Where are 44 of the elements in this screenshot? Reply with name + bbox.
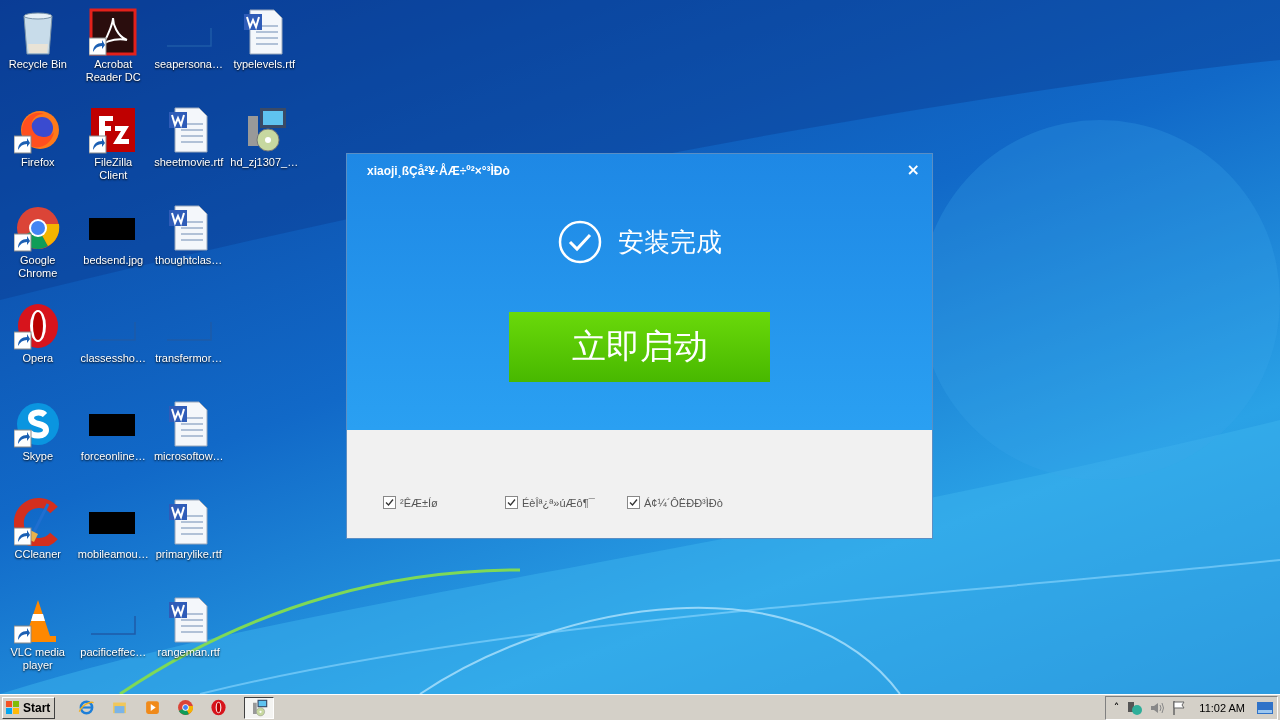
icon-label[interactable]: Recycle Bin — [8, 58, 67, 71]
icon-label[interactable]: Google Chrome — [7, 254, 68, 280]
start-button[interactable]: Start — [2, 696, 56, 719]
window-title: xiaoji¸ßÇå²¥·ÅÆ÷º²×°³ÌÐò — [367, 162, 510, 178]
network-icon[interactable] — [1127, 699, 1144, 716]
app-icon[interactable] — [89, 106, 138, 154]
icon-label[interactable]: CCleaner — [14, 548, 61, 561]
icon-label[interactable]: typelevels.rtf — [233, 58, 296, 71]
icon-label[interactable]: classessho… — [80, 352, 146, 365]
app-icon[interactable] — [13, 204, 62, 252]
status-text: 安装完成 — [617, 225, 722, 259]
icon-label[interactable]: primarylike.rtf — [155, 548, 222, 561]
checkbox[interactable] — [383, 496, 396, 509]
icon-label[interactable]: forceonline… — [80, 450, 146, 463]
windows-logo-icon — [5, 699, 21, 716]
icon-label[interactable]: bedsend.jpg — [83, 254, 144, 267]
icon-label[interactable]: mobileamou… — [77, 548, 149, 561]
icon-label[interactable]: Firefox — [20, 156, 55, 169]
clock[interactable]: 11:02 AM — [1199, 701, 1245, 714]
icon-label[interactable]: sheetmovie.rtf — [154, 156, 224, 169]
show-desktop-icon[interactable] — [1257, 699, 1273, 716]
option-label[interactable]: ²ÊÆ±Íø — [400, 496, 438, 509]
icon-label[interactable]: FileZilla Client — [83, 156, 144, 182]
show-hidden-icons-button[interactable]: ˄ — [1111, 701, 1122, 714]
close-button[interactable]: × — [902, 162, 924, 178]
flag-icon[interactable] — [1171, 699, 1188, 716]
icon-label[interactable]: Skype — [22, 450, 54, 463]
app-icon[interactable] — [13, 400, 62, 448]
icon-label[interactable]: microsoftow… — [153, 450, 224, 463]
app-icon[interactable] — [89, 8, 138, 56]
icon-label[interactable]: hd_zj1307_… — [230, 156, 299, 169]
icon-label[interactable]: thoughtclas… — [155, 254, 223, 267]
checkbox[interactable] — [505, 496, 518, 509]
icon-label[interactable]: VLC media player — [7, 646, 68, 672]
icon-label[interactable]: pacificeffec… — [80, 646, 147, 659]
task-button[interactable] — [244, 696, 275, 719]
icon-label[interactable]: Acrobat Reader DC — [83, 58, 144, 84]
icon-label[interactable]: seapersona… — [154, 58, 223, 71]
check-circle-icon — [557, 220, 602, 264]
checkbox[interactable] — [627, 496, 640, 509]
icon-label[interactable]: Opera — [22, 352, 54, 365]
icon-label[interactable]: transfermor… — [155, 352, 223, 365]
option-label[interactable]: ÉèÎª¿ª»úÆô¶¯ — [522, 496, 595, 509]
option-label[interactable]: Á¢¼´ÔËÐÐ³ÌÐò — [644, 496, 723, 509]
